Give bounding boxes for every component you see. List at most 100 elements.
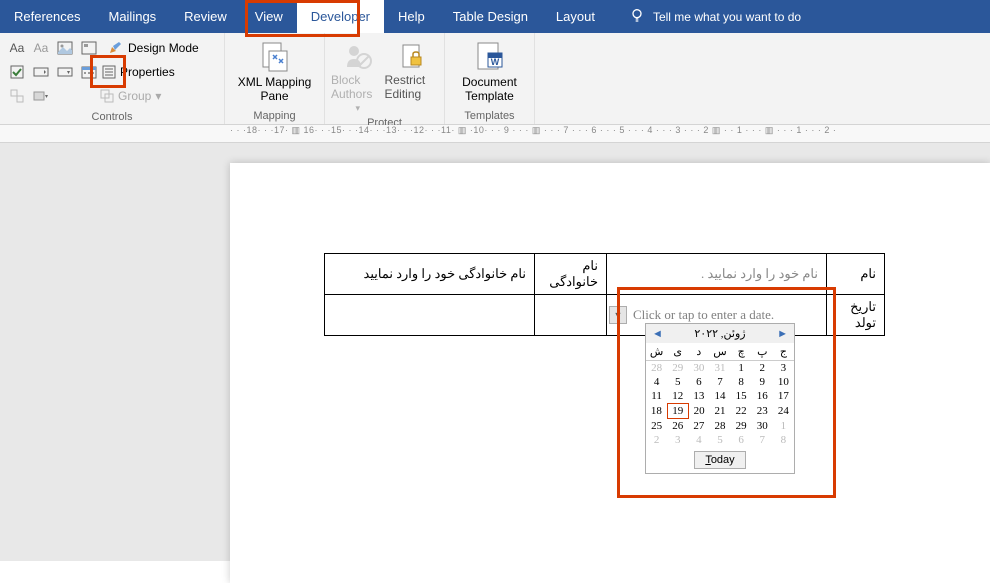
date-picker-field[interactable]: ▼ Click or tap to enter a date. [609,306,824,324]
calendar-today-button[interactable]: Today [694,451,745,469]
calendar-weekday: ش [646,343,667,361]
group-button[interactable]: Group ▾ [100,88,161,104]
calendar-day[interactable]: 3 [667,433,688,447]
tab-table-design[interactable]: Table Design [439,0,542,33]
calendar-day[interactable]: 28 [709,419,730,434]
calendar-day[interactable]: 1 [773,419,794,434]
design-mode-icon [108,41,124,55]
calendar-day[interactable]: 30 [752,419,773,434]
lightbulb-icon [629,7,645,26]
calendar-day[interactable]: 9 [752,375,773,389]
calendar-day[interactable]: 30 [688,361,709,376]
block-authors-icon [342,41,374,73]
calendar-day[interactable]: 8 [731,375,752,389]
dropdown-control-icon[interactable] [54,61,76,83]
calendar-weekday: چ [731,343,752,361]
properties-button[interactable]: Properties [102,64,175,80]
calendar-day[interactable]: 22 [731,404,752,419]
calendar-day[interactable]: 19 [667,404,688,419]
calendar-next-button[interactable]: ► [777,328,788,340]
calendar-weekday: س [709,343,730,361]
legacy-tools-icon[interactable] [30,85,52,107]
xml-mapping-icon [259,41,291,73]
calendar-day[interactable]: 18 [646,404,667,419]
calendar-day[interactable]: 21 [709,404,730,419]
calendar-day[interactable]: 20 [688,404,709,419]
calendar-day[interactable]: 16 [752,389,773,404]
empty-cell[interactable] [325,295,535,336]
form-table: نام خانوادگی خود را وارد نمایید نام خانو… [324,253,885,336]
richtext-control-icon[interactable]: Aa [6,37,28,59]
tab-review[interactable]: Review [170,0,241,33]
calendar-day[interactable]: 4 [646,375,667,389]
calendar-day[interactable]: 5 [709,433,730,447]
calendar-day[interactable]: 4 [688,433,709,447]
tab-view[interactable]: View [241,0,297,33]
combobox-control-icon[interactable] [30,61,52,83]
name-value-cell[interactable]: نام خود را وارد نمایید . [607,254,827,295]
xml-mapping-button[interactable]: XML Mapping Pane [231,37,318,103]
calendar-day[interactable]: 28 [646,361,667,376]
calendar-day[interactable]: 2 [752,361,773,376]
calendar-grid: شیدسچپج 28293031123456789101112131415161… [646,343,794,447]
calendar-prev-button[interactable]: ◄ [652,328,663,340]
plaintext-control-icon[interactable]: Aa [30,37,52,59]
calendar-weekday: ی [667,343,688,361]
block-authors-button[interactable]: Block Authors ▾ [331,37,385,115]
checkbox-control-icon[interactable] [6,61,28,83]
restrict-editing-label: Restrict Editing [385,73,439,101]
calendar-day[interactable]: 31 [709,361,730,376]
calendar-day[interactable]: 27 [688,419,709,434]
calendar-day[interactable]: 5 [667,375,688,389]
date-dropdown-button[interactable]: ▼ [609,306,627,324]
tab-help[interactable]: Help [384,0,439,33]
calendar-day[interactable]: 12 [667,389,688,404]
calendar-day[interactable]: 15 [731,389,752,404]
calendar-day[interactable]: 29 [667,361,688,376]
calendar-day[interactable]: 25 [646,419,667,434]
group-icon [100,89,114,103]
lastname-value-cell[interactable]: نام خانوادگی خود را وارد نمایید [325,254,535,295]
empty-cell [535,295,607,336]
tab-references[interactable]: References [0,0,94,33]
document-template-icon: W [474,41,506,73]
calendar-day[interactable]: 7 [709,375,730,389]
restrict-editing-button[interactable]: Restrict Editing [385,37,439,115]
design-mode-button[interactable]: Design Mode [102,41,205,55]
document-template-label: Document Template [451,75,528,103]
calendar-day[interactable]: 6 [688,375,709,389]
calendar-day[interactable]: 8 [773,433,794,447]
calendar-day[interactable]: 1 [731,361,752,376]
calendar-header: ◄ ژوئن, ۲۰۲۲ ► [646,324,794,343]
calendar-day[interactable]: 17 [773,389,794,404]
datepicker-control-icon[interactable] [78,61,100,83]
buildingblock-control-icon[interactable] [78,37,100,59]
calendar-day[interactable]: 10 [773,375,794,389]
picture-control-icon[interactable] [54,37,76,59]
calendar-day[interactable]: 3 [773,361,794,376]
calendar-day[interactable]: 23 [752,404,773,419]
design-mode-label: Design Mode [128,41,199,55]
tab-layout[interactable]: Layout [542,0,609,33]
calendar-day[interactable]: 24 [773,404,794,419]
calendar-day[interactable]: 13 [688,389,709,404]
calendar-month-year[interactable]: ژوئن, ۲۰۲۲ [694,327,745,340]
calendar-day[interactable]: 7 [752,433,773,447]
calendar-day[interactable]: 14 [709,389,730,404]
tab-mailings[interactable]: Mailings [94,0,170,33]
repeating-control-icon[interactable] [6,85,28,107]
calendar-day[interactable]: 29 [731,419,752,434]
calendar-day[interactable]: 11 [646,389,667,404]
document-page[interactable]: نام خانوادگی خود را وارد نمایید نام خانو… [230,163,990,583]
templates-group-label: Templates [451,108,528,122]
tell-me-search[interactable]: Tell me what you want to do [609,0,801,33]
calendar-day[interactable]: 6 [731,433,752,447]
lastname-label-cell: نام خانوادگی [535,254,607,295]
calendar-day[interactable]: 26 [667,419,688,434]
tab-developer[interactable]: Developer [297,0,384,33]
ribbon-group-templates: W Document Template Templates [445,33,535,124]
document-template-button[interactable]: W Document Template [451,37,528,103]
group-label: Group [118,89,151,103]
calendar-day[interactable]: 2 [646,433,667,447]
ribbon-tabs: References Mailings Review View Develope… [0,0,990,33]
